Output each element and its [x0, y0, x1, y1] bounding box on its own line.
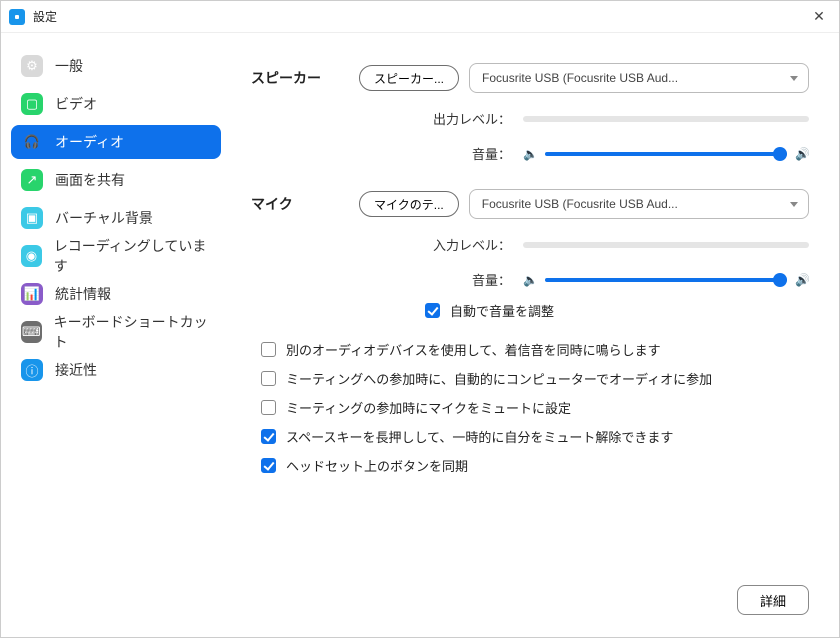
checkbox-icon [261, 371, 276, 386]
sidebar-item-4[interactable]: ▣ バーチャル背景 [11, 201, 221, 235]
volume-high-icon: 🔊 [795, 147, 809, 161]
sidebar-item-label: ビデオ [55, 94, 97, 114]
sidebar-item-8[interactable]: ⓘ 接近性 [11, 353, 221, 387]
audio-options: 別のオーディオデバイスを使用して、着信音を同時に鳴らしますミーティングへの参加時… [251, 340, 809, 485]
audio-panel: スピーカー スピーカー... Focusrite USB (Focusrite … [231, 33, 839, 637]
sidebar: ⚙ 一般 ▢ ビデオ 🎧 オーディオ ↗ 画面を共有 ▣ バーチャル背景 ◉ レコーディングしています… [1, 33, 231, 637]
sidebar-icon: ◉ [21, 245, 42, 267]
sidebar-item-2[interactable]: 🎧 オーディオ [11, 125, 221, 159]
mic-device-dropdown[interactable]: Focusrite USB (Focusrite USB Aud... [469, 189, 809, 219]
checkbox-icon [261, 429, 276, 444]
checkbox-label: ミーティングへの参加時に、自動的にコンピューターでオーディオに参加 [286, 369, 712, 388]
output-level-label: 出力レベル： [251, 109, 523, 128]
speaker-label: スピーカー [251, 68, 359, 88]
advanced-button[interactable]: 詳細 [737, 585, 809, 615]
sidebar-item-label: 画面を共有 [55, 170, 125, 190]
sidebar-icon: ⓘ [21, 359, 43, 381]
speaker-row: スピーカー スピーカー... Focusrite USB (Focusrite … [251, 63, 809, 93]
sidebar-icon: ⚙ [21, 55, 43, 77]
test-speaker-button[interactable]: スピーカー... [359, 65, 459, 91]
sidebar-item-1[interactable]: ▢ ビデオ [11, 87, 221, 121]
option-checkbox-3[interactable]: スペースキーを長押しして、一時的に自分をミュート解除できます [251, 427, 809, 446]
close-button[interactable]: ✕ [807, 8, 831, 25]
sidebar-item-6[interactable]: 📊 統計情報 [11, 277, 221, 311]
mic-volume-label: 音量： [251, 270, 523, 289]
sidebar-item-0[interactable]: ⚙ 一般 [11, 49, 221, 83]
sidebar-item-5[interactable]: ◉ レコーディングしています [11, 239, 221, 273]
volume-low-icon: 🔈 [523, 273, 537, 287]
sidebar-item-label: 一般 [55, 56, 83, 76]
settings-window: 設定 ✕ ⚙ 一般 ▢ ビデオ 🎧 オーディオ ↗ 画面を共有 ▣ バーチャル背景 ◉ レコーディング… [0, 0, 840, 638]
checkbox-label: ミーティングの参加時にマイクをミュートに設定 [286, 398, 571, 417]
mic-volume-slider[interactable]: 🔈 🔊 [523, 273, 809, 287]
app-icon [9, 9, 25, 25]
sidebar-item-label: レコーディングしています [54, 236, 211, 276]
window-title: 設定 [33, 8, 57, 25]
checkbox-icon [425, 303, 440, 318]
sidebar-item-label: バーチャル背景 [55, 208, 153, 228]
sidebar-icon: ⌨ [21, 321, 42, 343]
option-checkbox-1[interactable]: ミーティングへの参加時に、自動的にコンピューターでオーディオに参加 [251, 369, 809, 388]
sidebar-item-3[interactable]: ↗ 画面を共有 [11, 163, 221, 197]
speaker-device-dropdown[interactable]: Focusrite USB (Focusrite USB Aud... [469, 63, 809, 93]
sidebar-item-7[interactable]: ⌨ キーボードショートカット [11, 315, 221, 349]
volume-high-icon: 🔊 [795, 273, 809, 287]
mic-label: マイク [251, 194, 359, 214]
checkbox-icon [261, 400, 276, 415]
sidebar-icon: 🎧 [21, 131, 43, 153]
option-checkbox-2[interactable]: ミーティングの参加時にマイクをミュートに設定 [251, 398, 809, 417]
mic-row: マイク マイクのテ... Focusrite USB (Focusrite US… [251, 189, 809, 219]
checkbox-label: 自動で音量を調整 [450, 301, 554, 320]
sidebar-item-label: オーディオ [55, 132, 124, 152]
speaker-volume-slider[interactable]: 🔈 🔊 [523, 147, 809, 161]
checkbox-icon [261, 342, 276, 357]
test-mic-button[interactable]: マイクのテ... [359, 191, 459, 217]
main: ⚙ 一般 ▢ ビデオ 🎧 オーディオ ↗ 画面を共有 ▣ バーチャル背景 ◉ レコーディングしています… [1, 33, 839, 637]
speaker-output-level-row: 出力レベル： [251, 109, 809, 128]
input-level-label: 入力レベル： [251, 235, 523, 254]
sidebar-icon: ▢ [21, 93, 43, 115]
auto-adjust-volume-checkbox[interactable]: 自動で音量を調整 [251, 301, 809, 320]
option-checkbox-4[interactable]: ヘッドセット上のボタンを同期 [251, 456, 809, 475]
sidebar-item-label: キーボードショートカット [54, 312, 211, 352]
mic-input-level-meter [523, 242, 809, 248]
sidebar-item-label: 統計情報 [55, 284, 111, 304]
checkbox-label: ヘッドセット上のボタンを同期 [286, 456, 468, 475]
speaker-volume-row: 音量： 🔈 🔊 [251, 144, 809, 163]
speaker-output-level-meter [523, 116, 809, 122]
mic-volume-row: 音量： 🔈 🔊 [251, 270, 809, 289]
speaker-volume-label: 音量： [251, 144, 523, 163]
checkbox-icon [261, 458, 276, 473]
sidebar-item-label: 接近性 [55, 360, 97, 380]
sidebar-icon: ↗ [21, 169, 43, 191]
sidebar-icon: ▣ [21, 207, 43, 229]
sidebar-icon: 📊 [21, 283, 43, 305]
titlebar: 設定 ✕ [1, 1, 839, 33]
mic-input-level-row: 入力レベル： [251, 235, 809, 254]
checkbox-label: スペースキーを長押しして、一時的に自分をミュート解除できます [286, 427, 673, 446]
option-checkbox-0[interactable]: 別のオーディオデバイスを使用して、着信音を同時に鳴らします [251, 340, 809, 359]
checkbox-label: 別のオーディオデバイスを使用して、着信音を同時に鳴らします [286, 340, 661, 359]
volume-low-icon: 🔈 [523, 147, 537, 161]
